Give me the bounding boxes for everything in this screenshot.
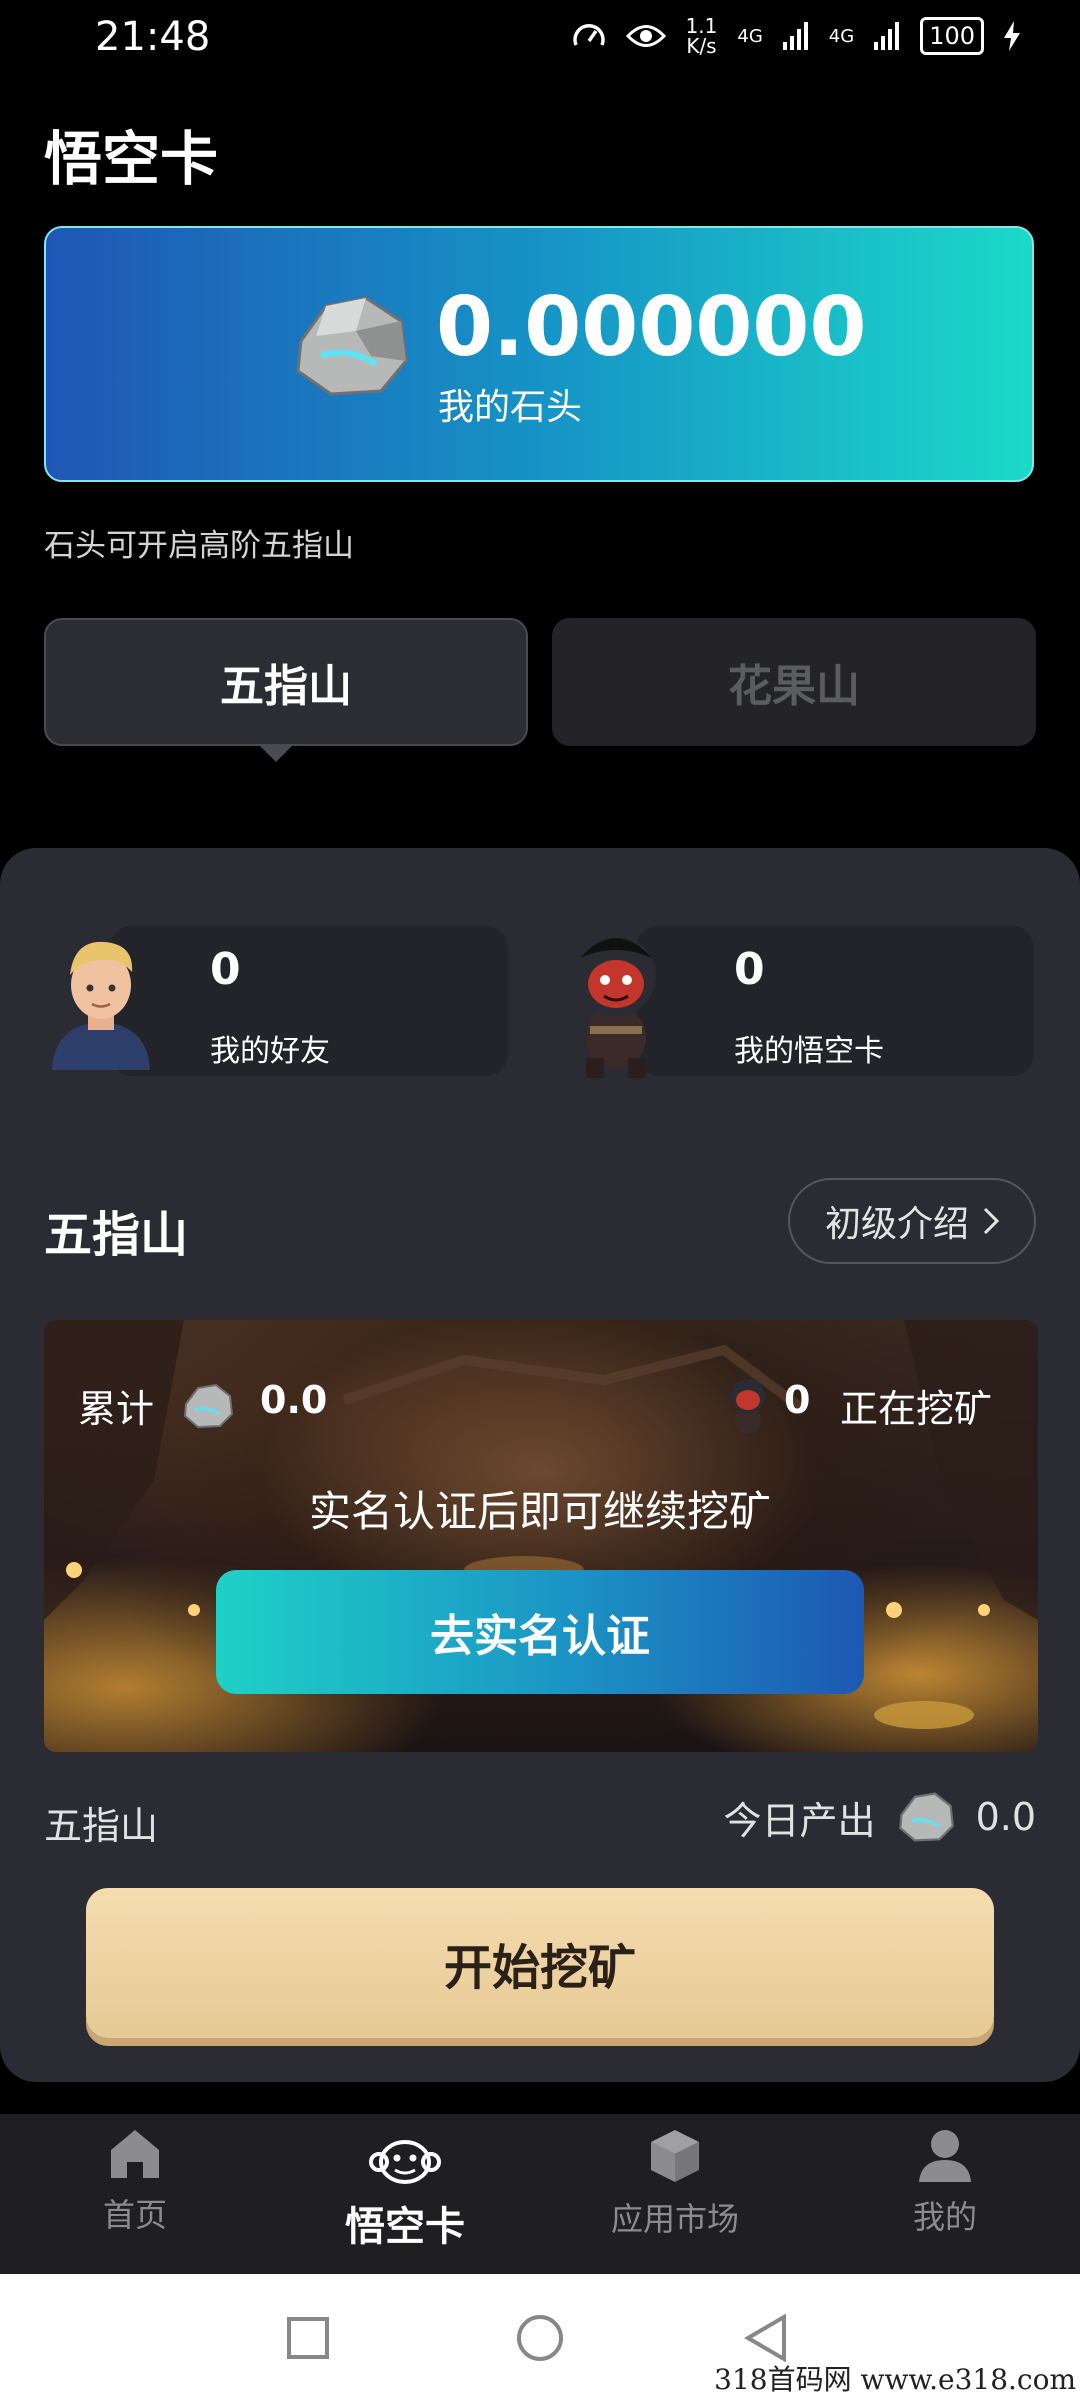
- charging-bolt-icon: [1004, 21, 1020, 51]
- today-output-value: 0.0: [975, 1795, 1036, 1839]
- balance-card: 0.000000 我的石头: [44, 226, 1034, 482]
- monkey-icon: [369, 2140, 441, 2184]
- stone-icon: [183, 1383, 234, 1429]
- stone-icon: [898, 1792, 954, 1842]
- stone-hint: 石头可开启高阶五指山: [44, 528, 354, 564]
- verify-identity-button[interactable]: 去实名认证: [216, 1570, 864, 1694]
- today-output: 今日产出 0.0: [724, 1788, 1036, 1846]
- battery-level: 100: [920, 17, 984, 55]
- total-mined-value: 0.0: [260, 1378, 328, 1422]
- stone-balance-label: 我的石头: [438, 387, 583, 428]
- home-icon: [111, 2130, 159, 2178]
- cube-icon: [651, 2130, 699, 2182]
- nav-item-mine[interactable]: 我的: [810, 2128, 1080, 2238]
- eye-icon: [625, 25, 666, 47]
- system-nav-bar: 318首码网 www.e318.com: [0, 2274, 1080, 2400]
- signal-1-label: 4G: [737, 25, 763, 47]
- mining-count: 0: [784, 1378, 811, 1422]
- today-output-label: 今日产出: [723, 1798, 876, 1843]
- nav-item-app-market[interactable]: 应用市场: [540, 2128, 810, 2240]
- active-tab-indicator: [258, 744, 294, 762]
- total-label: 累计: [78, 1387, 155, 1431]
- nav-item-wukong[interactable]: 悟空卡: [270, 2136, 540, 2252]
- mine-name: 五指山: [44, 1804, 159, 1848]
- start-mining-button[interactable]: 开始挖矿: [86, 1888, 994, 2038]
- stone-balance: 0.000000: [436, 280, 867, 375]
- signal-bars-icon: [782, 22, 808, 50]
- nav-label-home: 首页: [102, 2196, 167, 2234]
- watermark: 318首码网 www.e318.com: [714, 2363, 1076, 2396]
- status-icons: 1.1 K/s 4G 4G 100: [572, 16, 1020, 56]
- back-triangle-icon[interactable]: [744, 2314, 788, 2362]
- stone-icon: [296, 296, 408, 396]
- nav-label-wukong: 悟空卡: [345, 2204, 465, 2250]
- speedometer-icon: [572, 24, 605, 46]
- friend-avatar-icon: [52, 941, 150, 1070]
- nav-label-app-market: 应用市场: [610, 2200, 739, 2238]
- tab-huaguoshan[interactable]: 花果山: [552, 618, 1036, 746]
- friends-count: 0: [210, 944, 241, 995]
- home-circle-icon[interactable]: [516, 2314, 564, 2362]
- tab-wuzhishan[interactable]: 五指山: [44, 618, 528, 746]
- friends-label: 我的好友: [210, 1034, 330, 1069]
- status-bar: 21:48 1.1 K/s 4G 4G 100: [0, 0, 1080, 80]
- user-icon: [919, 2130, 971, 2182]
- verify-message: 实名认证后即可继续挖矿: [308, 1487, 771, 1536]
- signal-2-label: 4G: [828, 25, 855, 47]
- status-time: 21:48: [95, 14, 211, 60]
- chevron-right-icon: [983, 1207, 999, 1235]
- nav-item-home[interactable]: 首页: [0, 2128, 270, 2236]
- wukong-card-label: 我的悟空卡: [734, 1034, 884, 1069]
- intro-button[interactable]: 初级介绍: [788, 1178, 1036, 1264]
- net-speed-unit: K/s: [686, 34, 717, 58]
- monkey-avatar-icon: [576, 936, 656, 1078]
- wukong-card-count: 0: [734, 944, 765, 995]
- net-speed-value: 1.1: [685, 14, 718, 38]
- signal-bars-icon: [874, 22, 900, 50]
- nav-label-mine: 我的: [912, 2198, 977, 2236]
- mining-status: 正在挖矿: [840, 1387, 993, 1431]
- page-title: 悟空卡: [44, 125, 219, 193]
- intro-button-label: 初级介绍: [824, 1204, 969, 1245]
- net-speed: 1.1 K/s: [686, 16, 718, 56]
- section-title: 五指山: [44, 1207, 189, 1263]
- recents-square-icon[interactable]: [286, 2316, 330, 2360]
- monkey-icon: [731, 1379, 765, 1434]
